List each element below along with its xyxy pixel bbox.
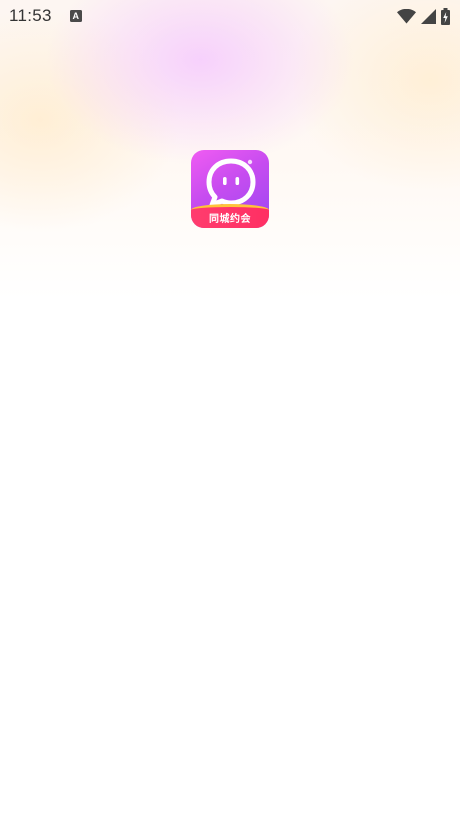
cell-signal-icon <box>421 8 436 24</box>
battery-icon <box>441 7 450 25</box>
a-icon: A <box>69 10 82 22</box>
wifi-icon <box>397 8 416 24</box>
app-logo-label: 同城约会 <box>209 214 251 225</box>
app-logo: 同城约会 <box>191 150 269 228</box>
status-bar: 11:53 A <box>0 0 460 32</box>
status-time: 11:53 <box>9 6 52 25</box>
